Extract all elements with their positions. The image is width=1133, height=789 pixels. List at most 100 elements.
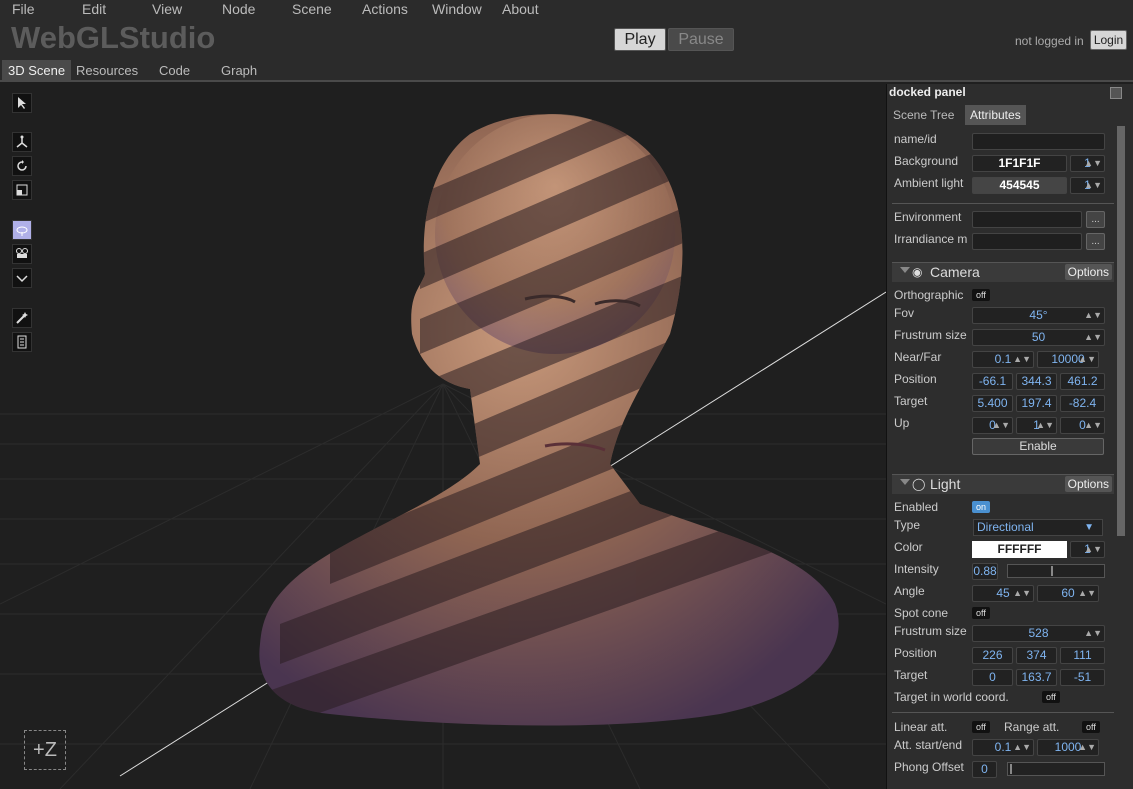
intensity-input[interactable]: 0.88 [972,563,998,580]
far-input[interactable]: 10000 ▲▼ [1037,351,1099,368]
tab-resources[interactable]: Resources [70,60,144,82]
light-position-z[interactable]: 111 [1060,647,1105,664]
light-target-x[interactable]: 0 [972,669,1013,686]
camera-tool[interactable] [12,244,32,264]
cam-target-z[interactable]: -82.4 [1060,395,1105,412]
light-frustum-input[interactable]: 528 ▲▼ [972,625,1105,642]
light-frustum-label: Frustrum size [894,624,967,638]
menu-view[interactable]: View [152,1,182,17]
phong-offset-input[interactable]: 0 [972,761,997,778]
up-z[interactable]: 0 ▲▼ [1060,417,1105,434]
cam-target-x[interactable]: 5.400 [972,395,1013,412]
ambient-label: Ambient light [894,176,964,190]
slider-knob[interactable] [1051,566,1053,576]
ambient-alpha-input[interactable]: 1 ▲▼ [1070,177,1105,194]
pause-button[interactable]: Pause [668,28,734,51]
up-x[interactable]: 0 ▲▼ [972,417,1013,434]
light-target-x-value: 0 [989,670,996,684]
camera-enable-button[interactable]: Enable [972,438,1104,455]
wand-tool[interactable] [12,308,32,328]
cam-position-y[interactable]: 344.3 [1016,373,1057,390]
irradiance-browse-button[interactable]: ... [1086,233,1105,250]
view-options-tool[interactable] [12,268,32,288]
linear-att-toggle[interactable]: off [972,721,990,733]
scale-tool[interactable] [12,180,32,200]
range-att-toggle[interactable]: off [1082,721,1100,733]
light-section-header[interactable]: ◯ Light Options [892,474,1114,494]
irradiance-input[interactable] [972,233,1082,250]
near-input[interactable]: 0.1 ▲▼ [972,351,1034,368]
tab-code[interactable]: Code [153,60,196,82]
panel-title: docked panel [889,85,966,99]
tab-attributes[interactable]: Attributes [965,105,1026,125]
environment-browse-button[interactable]: ... [1086,211,1105,228]
document-icon [17,335,27,349]
rotate-tool[interactable] [12,156,32,176]
menu-scene[interactable]: Scene [292,1,332,17]
world-coord-toggle[interactable]: off [1042,691,1060,703]
menu-node[interactable]: Node [222,1,255,17]
cam-position-z[interactable]: 461.2 [1060,373,1105,390]
axis-indicator[interactable]: +Z [24,730,66,770]
light-type-select[interactable]: Directional ▼ [973,519,1103,536]
att-end-input[interactable]: 1000 ▲▼ [1037,739,1099,756]
orthographic-toggle[interactable]: off [972,289,990,301]
tab-3d-scene[interactable]: 3D Scene [2,60,72,82]
name-input[interactable] [972,133,1105,150]
enabled-toggle[interactable]: on [972,501,991,513]
3d-viewport[interactable]: +Z [0,84,886,789]
angle-input-1[interactable]: 45 ▲▼ [972,585,1034,602]
menu-actions[interactable]: Actions [362,1,408,17]
cam-frustum-input[interactable]: 50 ▲▼ [972,329,1105,346]
phong-offset-slider[interactable] [1007,762,1105,776]
chevron-down-icon [16,275,28,283]
light-position-y[interactable]: 374 [1016,647,1057,664]
rotate-icon [17,160,27,171]
angle-value-2: 60 [1061,586,1075,600]
scale-icon [16,184,28,196]
light-target-z[interactable]: -51 [1060,669,1105,686]
cam-target-y[interactable]: 197.4 [1016,395,1057,412]
light-position-label: Position [894,646,937,660]
background-color-input[interactable]: 1F1F1F [972,155,1067,172]
light-target-y[interactable]: 163.7 [1016,669,1057,686]
menu-file[interactable]: File [12,1,35,17]
cam-position-x[interactable]: -66.1 [972,373,1013,390]
spot-cone-toggle[interactable]: off [972,607,990,619]
light-color-alpha[interactable]: 1 ▲▼ [1070,541,1105,558]
login-button[interactable]: Login [1090,30,1127,50]
light-color-input[interactable]: FFFFFF [972,541,1067,558]
up-y[interactable]: 1 ▲▼ [1016,417,1057,434]
fov-input[interactable]: 45° ▲▼ [972,307,1105,324]
ambient-color-input[interactable]: 454545 [972,177,1067,194]
cam-position-z-value: 461.2 [1067,374,1098,388]
panel-close-button[interactable] [1110,87,1122,99]
script-tool[interactable] [12,332,32,352]
menu-window[interactable]: Window [432,1,482,17]
background-label: Background [894,154,959,168]
att-start-input[interactable]: 0.1 ▲▼ [972,739,1034,756]
chevron-down-icon: ▼ [1084,522,1094,533]
tab-graph[interactable]: Graph [215,60,263,82]
play-button[interactable]: Play [614,28,666,51]
camera-icon: ◉ [912,265,923,279]
menu-about[interactable]: About [502,1,539,17]
intensity-slider[interactable] [1007,564,1105,578]
slider-knob[interactable] [1010,764,1012,774]
translate-tool[interactable] [12,132,32,152]
camera-options-button[interactable]: Options [1064,264,1112,280]
light-position-x[interactable]: 226 [972,647,1013,664]
light-options-button[interactable]: Options [1064,476,1112,492]
orbit-tool[interactable] [12,220,32,240]
panel-scrollbar[interactable] [1117,126,1125,536]
main-tabs: 3D Scene Resources Code Graph [0,60,1133,82]
tab-scene-tree[interactable]: Scene Tree [888,105,959,125]
cam-position-x-value: -66.1 [978,374,1007,388]
select-tool[interactable] [12,93,32,113]
camera-section-header[interactable]: ◉ Camera Options [892,262,1114,282]
background-alpha-input[interactable]: 1 ▲▼ [1070,155,1105,172]
environment-input[interactable] [972,211,1082,228]
light-target-y-value: 163.7 [1021,670,1052,684]
menu-edit[interactable]: Edit [82,1,106,17]
angle-input-2[interactable]: 60 ▲▼ [1037,585,1099,602]
